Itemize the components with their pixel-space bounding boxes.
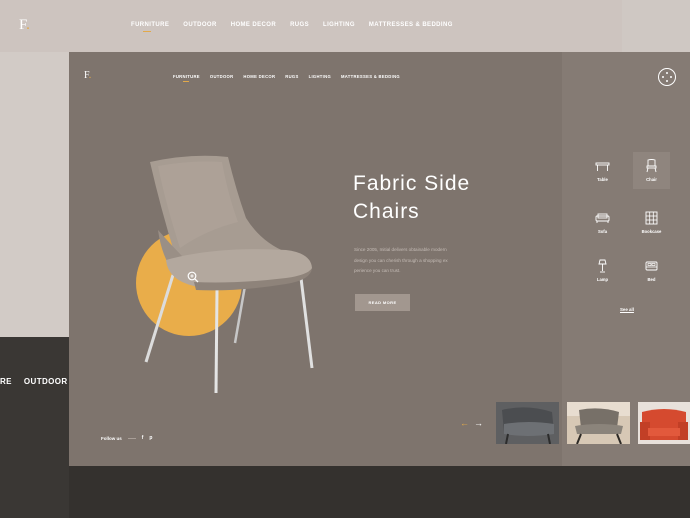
background-nav-active-underline bbox=[143, 31, 151, 32]
hero-description-line-2: design you can cherish through a shoppin… bbox=[354, 257, 448, 263]
thumbnail-dining-chair-image bbox=[567, 402, 630, 444]
thumbnail-grey-chair-image bbox=[496, 402, 559, 444]
background-logo-dot: . bbox=[26, 17, 30, 33]
nav-active-underline bbox=[183, 81, 189, 82]
dark-nav-item-outdoor[interactable]: OUTDOOR bbox=[24, 377, 68, 386]
bookcase-icon bbox=[645, 211, 658, 225]
dark-nav-item-furniture[interactable]: RE bbox=[0, 377, 12, 386]
category-label: Table bbox=[597, 177, 608, 182]
thumbnail-red-armchair[interactable] bbox=[638, 402, 690, 444]
background-nav-rugs[interactable]: RUGS bbox=[290, 22, 309, 28]
bed-icon bbox=[645, 261, 658, 271]
pinterest-icon[interactable]: p bbox=[149, 435, 152, 441]
hero-title: Fabric Side Chairs bbox=[353, 170, 533, 226]
category-label: Bookcase bbox=[641, 229, 662, 234]
hero-description-line-3: perience you can trust. bbox=[354, 268, 401, 273]
background-nav-home-decor[interactable]: HOME DECOR bbox=[231, 22, 276, 28]
nav-item-lighting[interactable]: LIGHTING bbox=[309, 74, 331, 79]
background-nav-outdoor[interactable]: OUTDOOR bbox=[183, 22, 216, 28]
category-bed[interactable]: Bed bbox=[633, 252, 670, 289]
hero-description-line-1: Since 2005, Initial delivers obtainable … bbox=[354, 247, 447, 252]
background-dark-footer bbox=[69, 466, 690, 518]
background-nav-furniture[interactable]: FURNITURE bbox=[131, 22, 169, 28]
zoom-icon[interactable] bbox=[187, 271, 199, 283]
follow-divider bbox=[127, 437, 136, 439]
category-bookcase[interactable]: Bookcase bbox=[633, 204, 670, 241]
background-left-panel bbox=[0, 52, 70, 337]
background-nav-lighting[interactable]: LIGHTING bbox=[323, 22, 355, 28]
category-lamp[interactable]: Lamp bbox=[584, 252, 621, 289]
hero-description: Since 2005, Initial delivers obtainable … bbox=[354, 245, 489, 277]
category-sofa[interactable]: Sofa bbox=[584, 204, 621, 241]
background-logo: F. bbox=[19, 17, 30, 34]
facebook-icon[interactable]: f bbox=[142, 435, 144, 441]
nav-item-furniture[interactable]: FURNITURE bbox=[173, 74, 200, 79]
logo-dot: . bbox=[88, 70, 92, 81]
compass-menu-icon[interactable] bbox=[658, 68, 676, 86]
background-right-strip bbox=[622, 0, 690, 52]
category-table[interactable]: Table bbox=[584, 152, 621, 189]
nav-item-mattresses-bedding[interactable]: MATTRESSES & BEDDING bbox=[341, 74, 400, 79]
follow-us: Follow us f p bbox=[101, 435, 152, 441]
category-label: Chair bbox=[646, 177, 657, 182]
hero-title-line-1: Fabric Side bbox=[353, 172, 471, 195]
logo[interactable]: F. bbox=[84, 70, 91, 81]
main-nav: FURNITURE OUTDOOR HOME DECOR RUGS LIGHTI… bbox=[173, 74, 400, 79]
lamp-icon bbox=[598, 259, 607, 273]
arrow-left-icon[interactable]: ← bbox=[460, 418, 469, 428]
thumbnail-dining-chair[interactable] bbox=[567, 402, 630, 444]
see-all-link[interactable]: See all bbox=[620, 307, 634, 312]
read-more-button[interactable]: READ MORE bbox=[355, 294, 410, 311]
category-chair[interactable]: Chair bbox=[633, 152, 670, 189]
table-icon bbox=[595, 162, 610, 171]
category-label: Bed bbox=[647, 277, 656, 282]
fabric-side-chair-image bbox=[144, 155, 314, 394]
background-nav: FURNITURE OUTDOOR HOME DECOR RUGS LIGHTI… bbox=[131, 22, 453, 28]
follow-us-label: Follow us bbox=[101, 435, 122, 441]
thumbnail-red-armchair-image bbox=[638, 402, 690, 444]
thumbnail-grey-chair[interactable] bbox=[496, 402, 559, 444]
hero-title-line-2: Chairs bbox=[353, 200, 420, 223]
category-label: Sofa bbox=[597, 229, 608, 234]
nav-item-outdoor[interactable]: OUTDOOR bbox=[210, 74, 234, 79]
sofa-icon bbox=[595, 213, 610, 223]
category-label: Lamp bbox=[596, 277, 609, 282]
nav-item-home-decor[interactable]: HOME DECOR bbox=[243, 74, 275, 79]
arrow-right-icon[interactable]: → bbox=[474, 418, 483, 428]
chair-icon bbox=[646, 159, 657, 173]
nav-item-rugs[interactable]: RUGS bbox=[285, 74, 298, 79]
background-nav-mattresses[interactable]: MATTRESSES & BEDDING bbox=[369, 22, 453, 28]
dark-panel-nav: RE OUTDOOR bbox=[0, 377, 68, 386]
